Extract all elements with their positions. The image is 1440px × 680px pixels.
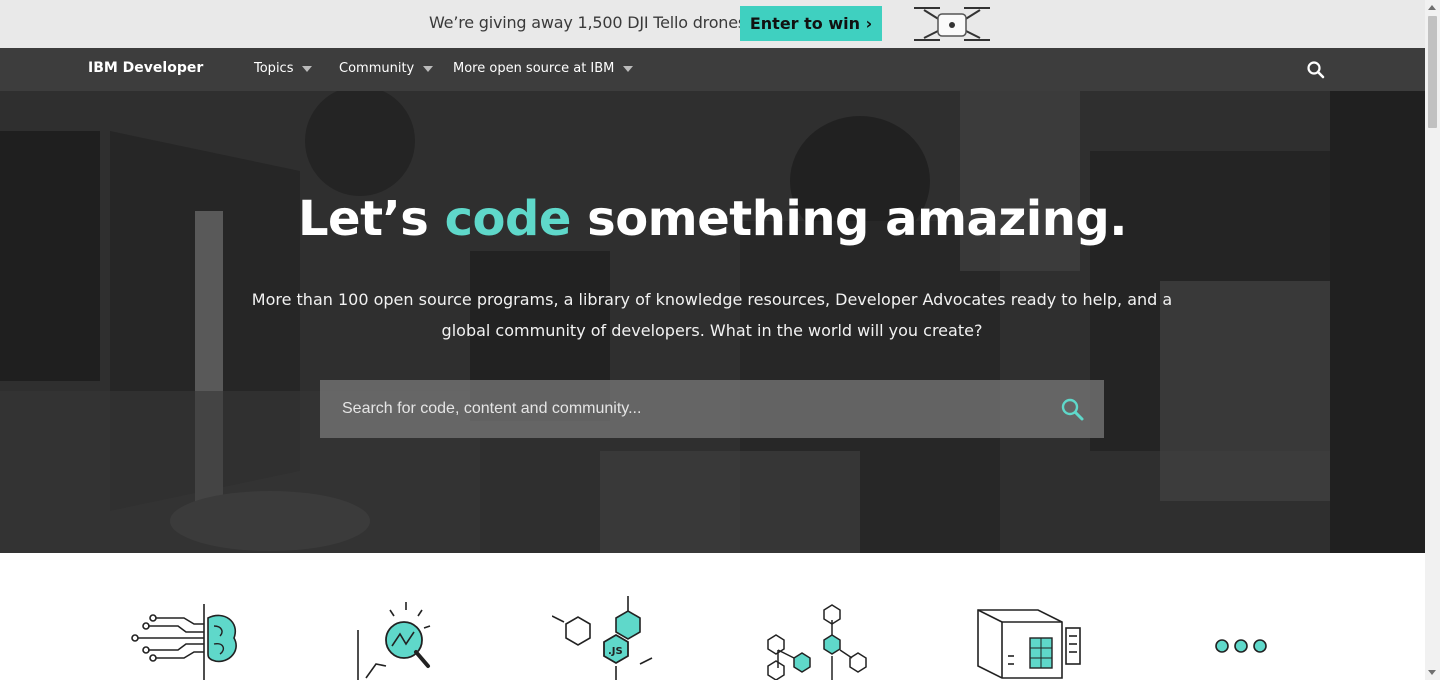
svg-text:.JS: .JS bbox=[608, 646, 623, 657]
enter-to-win-button[interactable]: Enter to win › bbox=[740, 6, 882, 41]
more-dots-icon[interactable] bbox=[1212, 636, 1270, 656]
nav-item-more-open-source[interactable]: More open source at IBM bbox=[453, 61, 634, 76]
page-scrollbar[interactable] bbox=[1425, 0, 1440, 680]
hero-section: Let’s code something amazing. More than … bbox=[0, 91, 1425, 553]
search-input[interactable] bbox=[320, 380, 1040, 438]
hero-title-accent: code bbox=[444, 191, 572, 247]
blockchain-cubes-icon[interactable] bbox=[764, 600, 874, 680]
promo-text: We’re giving away 1,500 DJI Tello drones… bbox=[429, 13, 751, 32]
javascript-hex-icon[interactable]: .JS bbox=[552, 594, 656, 680]
search-icon[interactable] bbox=[1306, 60, 1326, 80]
nav-item-label: More open source at IBM bbox=[453, 61, 615, 76]
hero-search-box bbox=[320, 380, 1104, 438]
hero-title-post: something amazing. bbox=[570, 191, 1128, 247]
search-icon[interactable] bbox=[1060, 397, 1086, 423]
chevron-down-icon bbox=[623, 65, 634, 72]
scroll-up-arrow-icon[interactable] bbox=[1428, 5, 1436, 10]
scrollbar-thumb[interactable] bbox=[1428, 16, 1437, 128]
brand-logo[interactable]: IBM Developer bbox=[88, 60, 203, 76]
nav-item-label: Community bbox=[339, 61, 415, 76]
hero-title: Let’s code something amazing. bbox=[0, 191, 1425, 247]
hero-subtitle: More than 100 open source programs, a li… bbox=[251, 290, 1173, 340]
drone-image bbox=[914, 7, 990, 41]
hero-title-pre: Let’s bbox=[297, 191, 445, 247]
analytics-magnifier-icon[interactable] bbox=[352, 600, 436, 680]
top-navigation: IBM Developer Topics Community More open… bbox=[0, 48, 1425, 91]
chevron-down-icon bbox=[423, 65, 434, 72]
chevron-down-icon bbox=[302, 65, 313, 72]
ai-brain-icon[interactable] bbox=[128, 596, 240, 680]
container-icon[interactable] bbox=[974, 606, 1084, 680]
promo-banner: We’re giving away 1,500 DJI Tello drones… bbox=[0, 0, 1425, 48]
nav-item-label: Topics bbox=[254, 61, 294, 76]
scroll-down-arrow-icon[interactable] bbox=[1428, 670, 1436, 675]
nav-item-community[interactable]: Community bbox=[339, 61, 434, 76]
nav-item-topics[interactable]: Topics bbox=[254, 61, 313, 76]
